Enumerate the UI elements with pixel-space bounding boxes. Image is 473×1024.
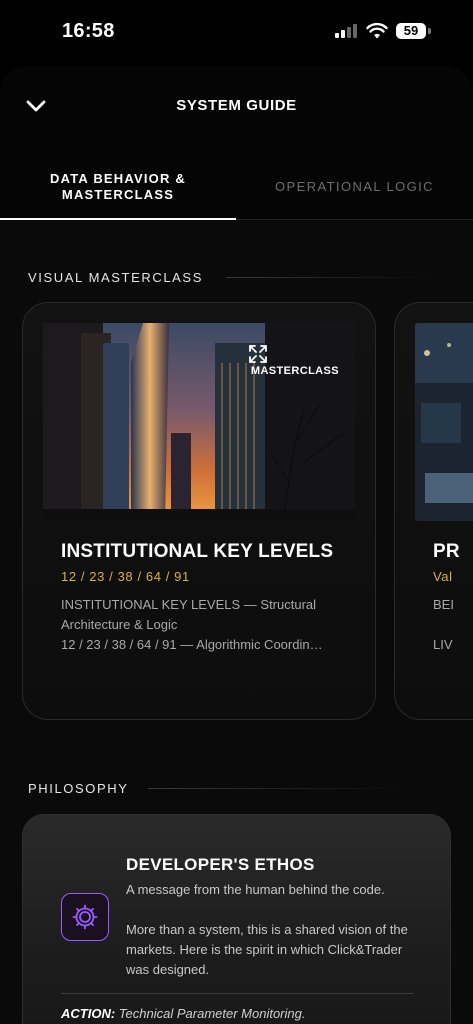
card-description: INSTITUTIONAL KEY LEVELS — Structural Ar…: [61, 595, 351, 655]
masterclass-badge: MASTERCLASS: [248, 343, 339, 377]
tab-active-indicator: [0, 218, 236, 220]
gear-icon: [61, 893, 109, 941]
ethos-divider: [61, 993, 413, 994]
card-image-city: MASTERCLASS: [43, 323, 355, 521]
card-desc-line: LIV: [433, 637, 453, 652]
card-desc-line: BEI: [433, 597, 454, 612]
card-subtitle: Val: [433, 569, 453, 584]
masterclass-card[interactable]: PR Val BEI LIV: [394, 302, 473, 720]
signal-icon: [335, 24, 361, 38]
page-title: SYSTEM GUIDE: [176, 97, 297, 114]
ethos-lead: A message from the human behind the code…: [126, 882, 385, 897]
sheet-header: SYSTEM GUIDE DATA BEHAVIOR & MASTERCLASS…: [0, 66, 473, 220]
section-label-philosophy: PHILOSOPHY: [28, 781, 129, 796]
ethos-body: More than a system, this is a shared vis…: [126, 922, 408, 977]
system-guide-sheet: SYSTEM GUIDE DATA BEHAVIOR & MASTERCLASS…: [0, 66, 473, 1024]
section-divider: [148, 788, 408, 789]
battery-tip: [428, 28, 431, 34]
card-title: INSTITUTIONAL KEY LEVELS: [61, 541, 334, 562]
section-label-masterclass: VISUAL MASTERCLASS: [28, 270, 203, 285]
office-image: [415, 323, 473, 521]
card-desc-line: 12 / 23 / 38 / 64 / 91 — Algorithmic Coo…: [61, 637, 323, 652]
card-title: PR: [433, 541, 460, 562]
status-time: 16:58: [62, 20, 115, 42]
expand-icon[interactable]: [247, 343, 269, 365]
tab-label: DATA BEHAVIOR & MASTERCLASS: [50, 171, 186, 202]
tab-bar: DATA BEHAVIOR & MASTERCLASS OPERATIONAL …: [0, 154, 473, 220]
card-image-office: [415, 323, 473, 521]
masterclass-card[interactable]: MASTERCLASS INSTITUTIONAL KEY LEVELS 12 …: [22, 302, 376, 720]
ethos-title: DEVELOPER'S ETHOS: [126, 855, 315, 874]
card-description: BEI LIV: [433, 595, 473, 655]
tab-data-behavior[interactable]: DATA BEHAVIOR & MASTERCLASS: [0, 154, 236, 220]
battery-icon: 59: [396, 23, 426, 39]
action-label: ACTION:: [61, 1006, 116, 1021]
card-subtitle: 12 / 23 / 38 / 64 / 91: [61, 569, 190, 584]
tab-operational-logic[interactable]: OPERATIONAL LOGIC: [236, 154, 473, 220]
card-desc-line: INSTITUTIONAL KEY LEVELS — Structural Ar…: [61, 597, 317, 632]
action-text: Technical Parameter Monitoring.: [118, 1006, 306, 1021]
status-bar: 16:58 59: [0, 0, 473, 62]
wifi-icon: [366, 22, 388, 39]
badge-label: MASTERCLASS: [250, 365, 339, 377]
developer-ethos-card[interactable]: DEVELOPER'S ETHOS A message from the hum…: [22, 814, 451, 1024]
section-divider: [226, 277, 436, 278]
ethos-action: ACTION: Technical Parameter Monitoring.: [61, 1006, 305, 1021]
tab-label: OPERATIONAL LOGIC: [275, 179, 434, 194]
